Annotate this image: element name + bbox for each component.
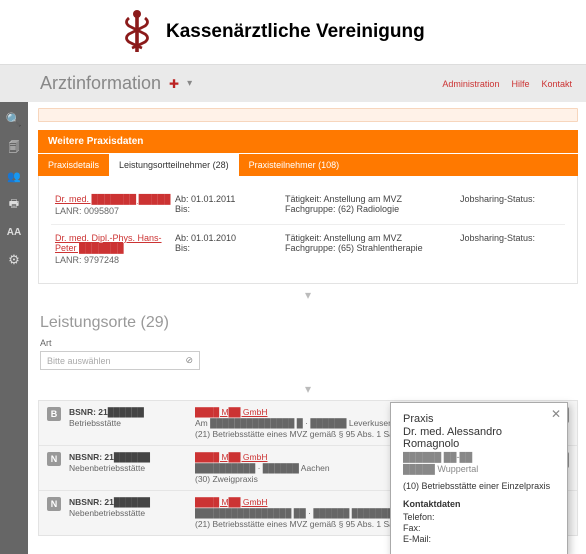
clear-icon[interactable]: ⊘ (185, 355, 193, 366)
sidebar: 🔍 🗐 👥 🖶 AA ⚙ (0, 102, 28, 554)
popup-addr-line1: ██████ ██-██ (403, 452, 555, 464)
search-icon[interactable]: 🔍 (0, 106, 28, 134)
popup-doctor-name: Dr. med. Alessandro Romagnolo (403, 426, 555, 450)
popup-fax: Fax: (403, 523, 555, 533)
art-placeholder: Bitte auswählen (47, 356, 111, 366)
chevron-down-icon[interactable]: ▾ (187, 78, 192, 89)
fachgruppe-value: Fachgruppe: (65) Strahlentherapie (285, 243, 460, 253)
bsnr-value: NBSNR: 21██████ (69, 497, 150, 507)
popup-kontakt-head: Kontaktdaten (403, 499, 555, 509)
popup-email: E-Mail: (403, 534, 555, 544)
notice-bar (38, 108, 578, 122)
popup-praxis-type: (10) Betriebsstätte einer Einzelpraxis (403, 481, 555, 491)
link-help[interactable]: Hilfe (511, 79, 529, 89)
section-header: Weitere Praxisdaten (38, 130, 578, 153)
link-administration[interactable]: Administration (442, 79, 499, 89)
user-pair-icon[interactable]: 👥 (0, 162, 28, 190)
fachgruppe-value: Fachgruppe: (62) Radiologie (285, 204, 460, 214)
date-from: Ab: 01.01.2011 (175, 194, 285, 204)
print-icon[interactable]: 🖶 (0, 190, 28, 218)
tab-leistungsortteilnehmer[interactable]: Leistungsortteilnehmer (28) (109, 154, 239, 176)
leistungsorte-title: Leistungsorte (29) (40, 314, 578, 332)
jobsharing-value: Jobsharing-Status: (460, 194, 561, 204)
popup-title: Praxis (403, 413, 555, 425)
close-icon[interactable]: ✕ (551, 407, 561, 421)
site-badge: N (47, 452, 61, 466)
lanr-value: LANR: 9797248 (55, 255, 175, 265)
tab-praxisteilnehmer[interactable]: Praxisteilnehmer (108) (239, 154, 350, 176)
site-badge: B (47, 407, 61, 421)
logo-caduceus (120, 8, 154, 56)
app-title: Arztinformation (40, 73, 161, 94)
lanr-value: LANR: 0095807 (55, 206, 175, 216)
art-select[interactable]: Bitte auswählen ⊘ (40, 351, 200, 370)
brand-title: Kassenärztliche Vereinigung (166, 21, 425, 43)
site-badge: N (47, 497, 61, 511)
table-row: Dr. med. ███████ █████ LANR: 0095807 Ab:… (51, 186, 565, 225)
art-label: Art (40, 338, 578, 348)
date-to: Bis: (175, 204, 285, 214)
bsnr-value: NBSNR: 21██████ (69, 452, 150, 462)
doctor-name-link[interactable]: Dr. med. ███████ █████ (55, 194, 175, 204)
site-type: Nebenbetriebsstätte (69, 508, 187, 518)
popup-tel: Telefon: (403, 512, 555, 522)
gear-icon[interactable]: ⚙ (0, 246, 28, 274)
site-type: Nebenbetriebsstätte (69, 463, 187, 473)
doctor-name-link[interactable]: Dr. med. Dipl.-Phys. Hans-Peter ███████ (55, 233, 175, 253)
link-contact[interactable]: Kontakt (541, 79, 572, 89)
site-type: Betriebsstätte (69, 418, 187, 428)
resize-handle-icon[interactable]: ▾ (38, 378, 578, 400)
page-search-icon[interactable]: 🗐 (0, 134, 28, 162)
activity-value: Tätigkeit: Anstellung am MVZ (285, 233, 460, 243)
activity-value: Tätigkeit: Anstellung am MVZ (285, 194, 460, 204)
bsnr-value: BSNR: 21██████ (69, 407, 144, 417)
praxis-popup: ✕ Praxis Dr. med. Alessandro Romagnolo █… (390, 402, 568, 554)
date-from: Ab: 01.01.2010 (175, 233, 285, 243)
teilnehmer-panel: Dr. med. ███████ █████ LANR: 0095807 Ab:… (38, 176, 578, 284)
date-to: Bis: (175, 243, 285, 253)
table-row: Dr. med. Dipl.-Phys. Hans-Peter ███████ … (51, 225, 565, 273)
medical-cross-icon: ✚ (169, 77, 179, 91)
resize-handle-icon[interactable]: ▾ (38, 284, 578, 306)
tab-praxisdetails[interactable]: Praxisdetails (38, 154, 109, 176)
jobsharing-value: Jobsharing-Status: (460, 233, 561, 243)
popup-addr-line2: █████ Wuppertal (403, 464, 555, 476)
font-size-icon[interactable]: AA (0, 218, 28, 246)
